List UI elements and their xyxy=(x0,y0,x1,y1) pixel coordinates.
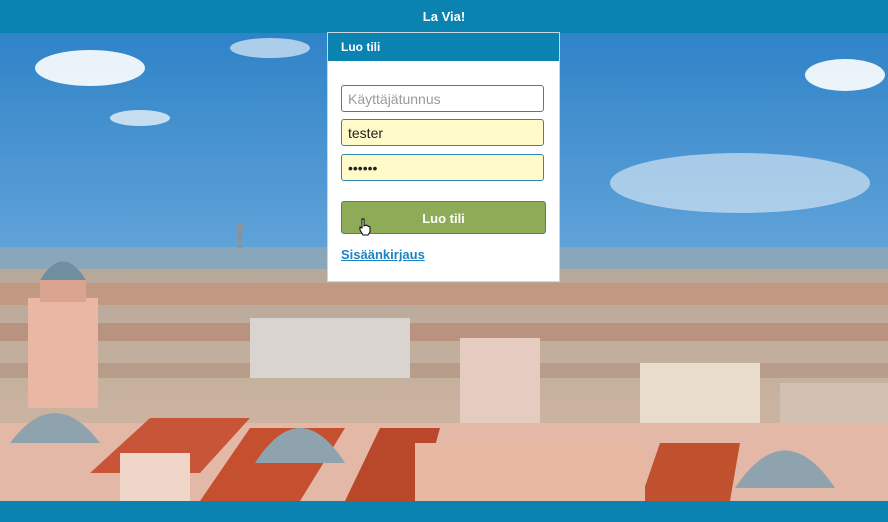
footer-bar xyxy=(0,501,888,522)
login-link[interactable]: Sisäänkirjaus xyxy=(341,247,425,262)
hand-pointer-icon xyxy=(359,218,371,236)
app-title-bar: La Via! xyxy=(0,0,888,33)
signup-header: Luo tili xyxy=(328,33,559,61)
email-input[interactable] xyxy=(341,119,544,146)
signup-panel: Luo tili Luo tili Sisäänkirjaus xyxy=(328,33,559,281)
password-input[interactable] xyxy=(341,154,544,181)
app-title: La Via! xyxy=(422,9,466,24)
username-input[interactable] xyxy=(341,85,544,112)
